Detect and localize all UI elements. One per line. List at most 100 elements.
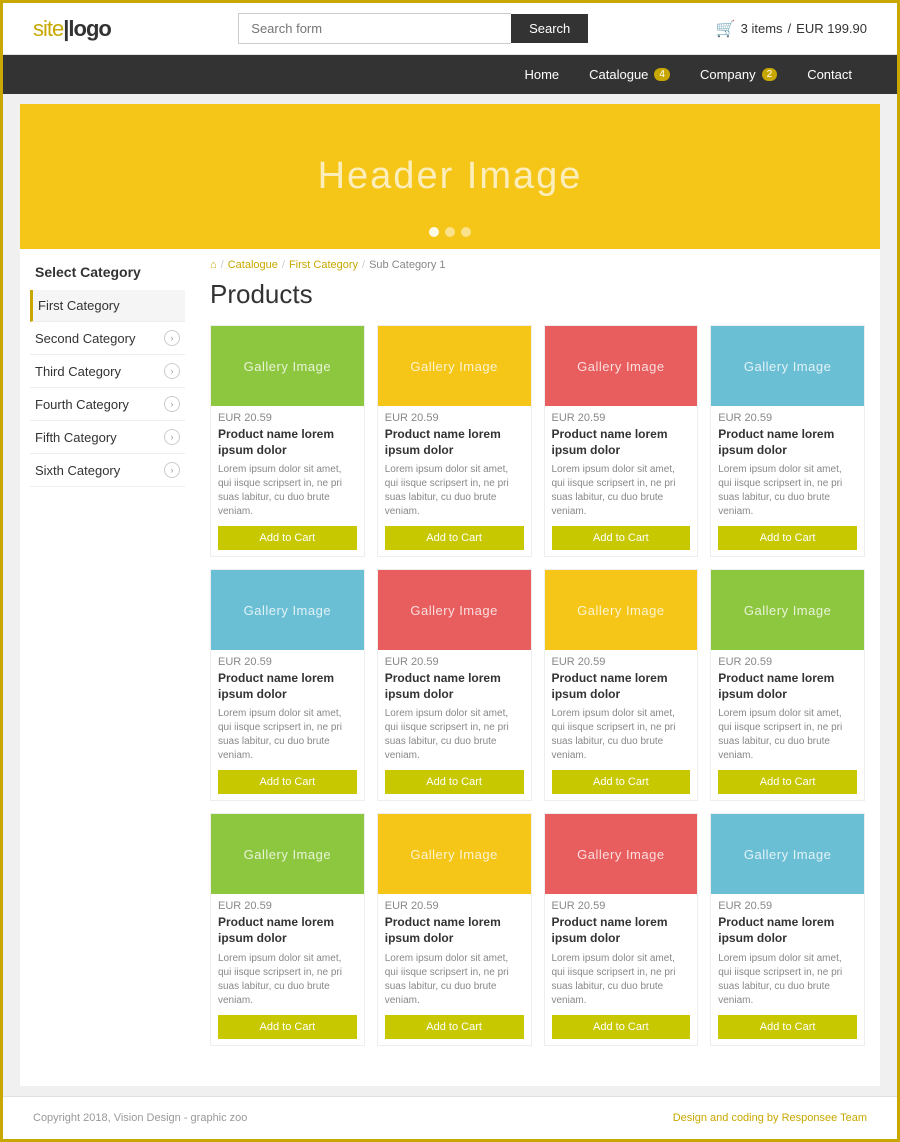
product-image-9[interactable]: Gallery Image bbox=[378, 814, 531, 894]
sidebar-item-3[interactable]: Fourth Category › bbox=[30, 388, 185, 421]
product-card-1: Gallery Image EUR 20.59 Product name lorem… bbox=[377, 325, 532, 557]
product-name-4: Product name lorem ipsum dolor bbox=[218, 671, 357, 702]
add-to-cart-btn-4[interactable]: Add to Cart bbox=[218, 770, 357, 794]
cart-items: 3 items bbox=[741, 21, 783, 36]
product-card-3: Gallery ImageEUR 20.59Product name lorem… bbox=[710, 325, 865, 557]
product-desc-3: Lorem ipsum dolor sit amet, qui iisque s… bbox=[718, 463, 857, 519]
product-name-6: Product name lorem ipsum dolor bbox=[552, 671, 691, 702]
slider-dot-2[interactable] bbox=[461, 227, 471, 237]
add-to-cart-btn-2[interactable]: Add to Cart bbox=[552, 526, 691, 550]
product-name-0: Product name lorem ipsum dolor bbox=[218, 427, 357, 458]
nav-badge-company: 2 bbox=[762, 68, 778, 81]
product-info-5: EUR 20.59Product name lorem ipsum dolorL… bbox=[378, 650, 531, 800]
sidebar-item-0[interactable]: First Category bbox=[30, 290, 185, 322]
product-image-8[interactable]: Gallery Image bbox=[211, 814, 364, 894]
nav-item-contact[interactable]: Contact bbox=[792, 55, 867, 94]
sidebar-item-5[interactable]: Sixth Category › bbox=[30, 454, 185, 487]
add-to-cart-btn-8[interactable]: Add to Cart bbox=[218, 1015, 357, 1039]
add-to-cart-btn-5[interactable]: Add to Cart bbox=[385, 770, 524, 794]
product-image-11[interactable]: Gallery Image bbox=[711, 814, 864, 894]
add-to-cart-btn-1[interactable]: Add to Cart bbox=[385, 526, 524, 550]
add-to-cart-btn-3[interactable]: Add to Cart bbox=[718, 526, 857, 550]
sidebar-item-label-3: Fourth Category bbox=[35, 397, 129, 412]
sidebar-arrow-5: › bbox=[164, 462, 180, 478]
breadcrumb-item-1[interactable]: First Category bbox=[289, 259, 358, 271]
cart-total: EUR 199.90 bbox=[796, 21, 867, 36]
product-card-2: Gallery Image EUR 20.59 Product name lorem… bbox=[544, 325, 699, 557]
product-name-11: Product name lorem ipsum dolor bbox=[718, 915, 857, 946]
product-image-5[interactable]: Gallery Image bbox=[378, 570, 531, 650]
breadcrumb-home[interactable]: ⌂ bbox=[210, 259, 217, 271]
product-image-0[interactable]: Gallery Image bbox=[211, 326, 364, 406]
sidebar-item-label-4: Fifth Category bbox=[35, 430, 117, 445]
product-image-6[interactable]: Gallery Image bbox=[545, 570, 698, 650]
product-image-2[interactable]: Gallery Image bbox=[545, 326, 698, 406]
product-desc-0: Lorem ipsum dolor sit amet, qui iisque s… bbox=[218, 463, 357, 519]
footer-right: Design and coding by Responsee Team bbox=[673, 1112, 867, 1124]
product-price-7: EUR 20.59 bbox=[718, 656, 857, 668]
breadcrumb-item-2[interactable]: Sub Category 1 bbox=[369, 259, 445, 271]
footer-left: Copyright 2018, Vision Design - graphic … bbox=[33, 1112, 247, 1124]
product-name-1: Product name lorem ipsum dolor bbox=[385, 427, 524, 458]
product-name-2: Product name lorem ipsum dolor bbox=[552, 427, 691, 458]
main-wrapper: Header Image Select Category First Categ… bbox=[20, 104, 880, 1086]
sidebar-arrow-3: › bbox=[164, 396, 180, 412]
cart-icon: 🛒 bbox=[716, 19, 736, 39]
product-price-6: EUR 20.59 bbox=[552, 656, 691, 668]
products-area: ⌂ / Catalogue / First Category / Sub Cat… bbox=[195, 249, 880, 1056]
sidebar-item-label-0: First Category bbox=[38, 298, 120, 313]
top-bar: site|logo Search 🛒 3 items / EUR 199.90 bbox=[3, 3, 897, 55]
product-name-3: Product name lorem ipsum dolor bbox=[718, 427, 857, 458]
nav-item-company[interactable]: Company2 bbox=[685, 55, 792, 94]
product-name-5: Product name lorem ipsum dolor bbox=[385, 671, 524, 702]
breadcrumb: ⌂ / Catalogue / First Category / Sub Cat… bbox=[210, 259, 865, 271]
add-to-cart-btn-7[interactable]: Add to Cart bbox=[718, 770, 857, 794]
product-desc-10: Lorem ipsum dolor sit amet, qui iisque s… bbox=[552, 952, 691, 1008]
product-info-8: EUR 20.59Product name lorem ipsum dolorL… bbox=[211, 894, 364, 1044]
products-title: Products bbox=[210, 279, 865, 310]
product-price-9: EUR 20.59 bbox=[385, 900, 524, 912]
product-image-3[interactable]: Gallery Image bbox=[711, 326, 864, 406]
product-image-7[interactable]: Gallery Image bbox=[711, 570, 864, 650]
sidebar-item-4[interactable]: Fifth Category › bbox=[30, 421, 185, 454]
product-card-0: Gallery ImageEUR 20.59Product name lorem… bbox=[210, 325, 365, 557]
sidebar-item-label-5: Sixth Category bbox=[35, 463, 120, 478]
add-to-cart-btn-9[interactable]: Add to Cart bbox=[385, 1015, 524, 1039]
product-card-10: Gallery ImageEUR 20.59Product name lorem… bbox=[544, 813, 699, 1045]
product-image-10[interactable]: Gallery Image bbox=[545, 814, 698, 894]
nav-item-home[interactable]: Home bbox=[509, 55, 574, 94]
content-area: Select Category First CategorySecond Cat… bbox=[20, 249, 880, 1056]
search-input[interactable] bbox=[238, 13, 511, 44]
search-button[interactable]: Search bbox=[511, 14, 588, 43]
sidebar-item-label-2: Third Category bbox=[35, 364, 121, 379]
add-to-cart-btn-10[interactable]: Add to Cart bbox=[552, 1015, 691, 1039]
sidebar-item-1[interactable]: Second Category› bbox=[30, 322, 185, 355]
product-info-9: EUR 20.59Product name lorem ipsum dolorL… bbox=[378, 894, 531, 1044]
nav-item-catalogue[interactable]: Catalogue4 bbox=[574, 55, 685, 94]
product-image-4[interactable]: Gallery Image bbox=[211, 570, 364, 650]
product-info-6: EUR 20.59Product name lorem ipsum dolorL… bbox=[545, 650, 698, 800]
sidebar-arrow-1: › bbox=[164, 330, 180, 346]
product-desc-11: Lorem ipsum dolor sit amet, qui iisque s… bbox=[718, 952, 857, 1008]
product-info-3: EUR 20.59Product name lorem ipsum dolorL… bbox=[711, 406, 864, 556]
product-grid: Gallery ImageEUR 20.59Product name lorem… bbox=[210, 325, 865, 1046]
product-price-2: EUR 20.59 bbox=[552, 412, 691, 424]
sidebar-arrow-4: › bbox=[164, 429, 180, 445]
slider-dot-1[interactable] bbox=[445, 227, 455, 237]
breadcrumb-item-0[interactable]: Catalogue bbox=[228, 259, 278, 271]
add-to-cart-btn-6[interactable]: Add to Cart bbox=[552, 770, 691, 794]
product-price-8: EUR 20.59 bbox=[218, 900, 357, 912]
add-to-cart-btn-0[interactable]: Add to Cart bbox=[218, 526, 357, 550]
header-slider-text: Header Image bbox=[318, 155, 583, 198]
product-card-6: Gallery Image EUR 20.59 Product name lorem… bbox=[544, 569, 699, 801]
product-desc-8: Lorem ipsum dolor sit amet, qui iisque s… bbox=[218, 952, 357, 1008]
slider-dot-0[interactable] bbox=[429, 227, 439, 237]
product-price-1: EUR 20.59 bbox=[385, 412, 524, 424]
cart-area[interactable]: 🛒 3 items / EUR 199.90 bbox=[716, 19, 867, 39]
sidebar-item-2[interactable]: Third Category› bbox=[30, 355, 185, 388]
product-price-10: EUR 20.59 bbox=[552, 900, 691, 912]
add-to-cart-btn-11[interactable]: Add to Cart bbox=[718, 1015, 857, 1039]
product-image-1[interactable]: Gallery Image bbox=[378, 326, 531, 406]
product-card-4: Gallery ImageEUR 20.59Product name lorem… bbox=[210, 569, 365, 801]
product-desc-2: Lorem ipsum dolor sit amet, qui iisque s… bbox=[552, 463, 691, 519]
